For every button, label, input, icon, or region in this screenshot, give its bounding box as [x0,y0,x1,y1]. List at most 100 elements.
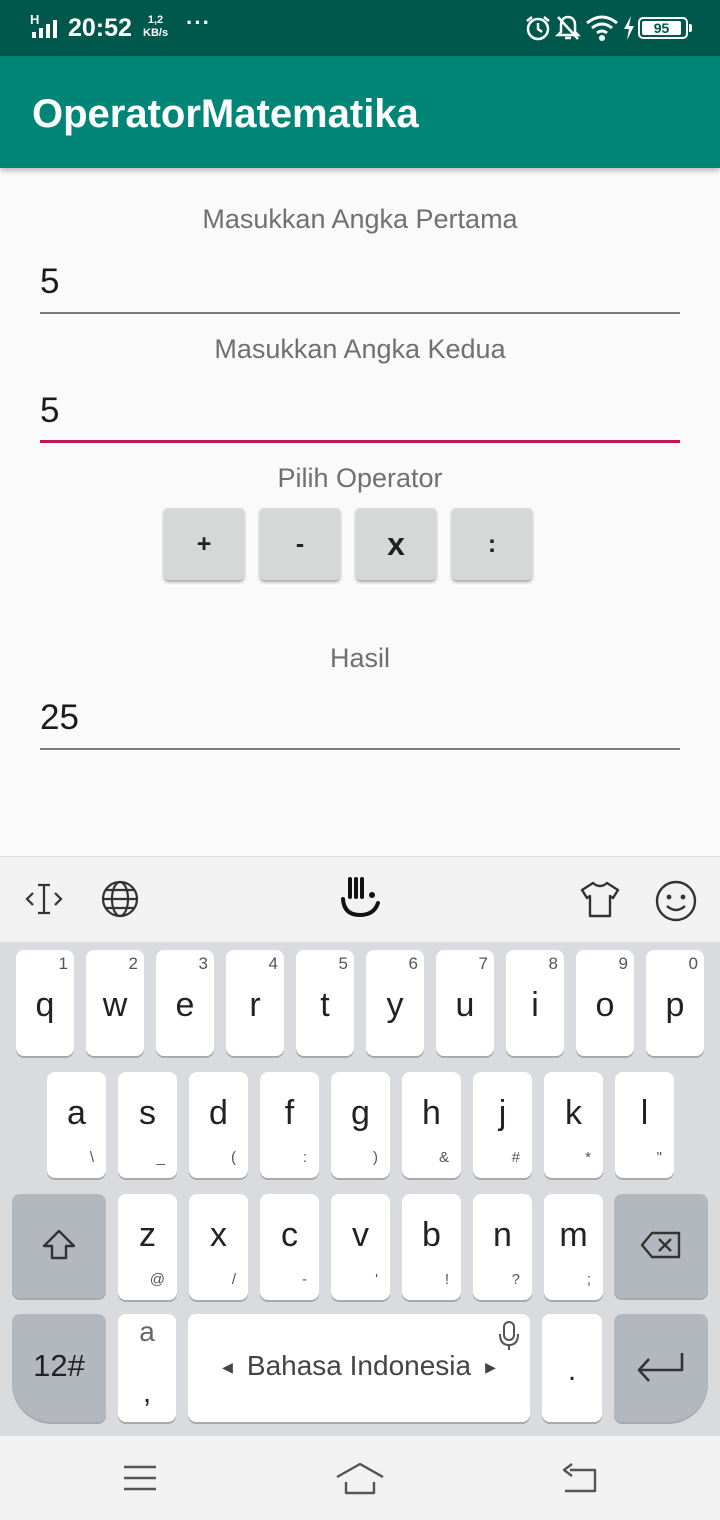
result-field[interactable]: 25 [40,686,680,750]
key-p[interactable]: p0 [646,950,704,1056]
key-a[interactable]: a \ [47,1072,106,1178]
navigation-bar [0,1436,720,1520]
screen: H 20:52 1, 2 KB/s ··· 95 OperatorMatemati… [0,0,720,1520]
key-i[interactable]: i8 [506,950,564,1056]
key-e-number-hint: 3 [198,954,208,973]
period-key-label: . [567,1354,577,1387]
comma-key[interactable]: a , [118,1314,176,1422]
period-key[interactable]: . [542,1314,602,1422]
key-h[interactable]: h & [402,1072,461,1178]
key-v[interactable]: v ' [331,1194,390,1300]
space-language-text: Bahasa Indonesia [246,1350,472,1381]
tshirt-theme-icon[interactable] [578,879,622,924]
key-q[interactable]: q1 [16,950,74,1056]
key-r[interactable]: r4 [226,950,284,1056]
charging-icon [622,14,636,47]
enter-key[interactable] [614,1314,708,1422]
key-e[interactable]: e3 [156,950,214,1056]
key-a-label: a [67,1094,86,1132]
key-j-label: j [498,1094,507,1132]
keyboard-toolbar [0,856,720,942]
add-button[interactable]: + [164,508,244,580]
divide-button[interactable]: : [452,508,532,580]
second-number-label: Masukkan Angka Kedua [214,334,506,364]
result-label: Hasil [329,643,390,673]
key-x-label: x [210,1216,227,1254]
key-u-number-hint: 7 [478,954,488,973]
key-b-label: b [422,1216,441,1254]
network-type: H [30,12,39,27]
second-number-input[interactable]: 5 [40,379,680,443]
key-k[interactable]: k * [544,1072,603,1178]
key-f-symbol-hint: : [302,1149,307,1166]
key-j[interactable]: j # [473,1072,532,1178]
key-q-number-hint: 1 [58,954,68,973]
comma-key-bottom: , [142,1376,152,1409]
key-l[interactable]: l " [615,1072,674,1178]
key-j-symbol-hint: # [511,1149,520,1166]
key-n-symbol-hint: ? [511,1271,520,1288]
more-notifications: ··· [186,10,211,35]
key-w[interactable]: w2 [86,950,144,1056]
clock: 20:52 [68,14,132,42]
key-b[interactable]: b! [402,1194,461,1300]
key-f[interactable]: f: [260,1072,319,1178]
back-icon[interactable] [560,1460,600,1501]
speed-unit: KB/s [143,27,169,39]
soft-keyboard: q1w2e3r4t5y6u7i8o9p0 a \ s _ d(f: g) h & j # k * l " … [0,942,720,1436]
multiply-button[interactable]: x [356,508,436,580]
key-l-label: l [640,1094,649,1132]
key-r-label: r [249,986,261,1024]
key-i-number-hint: 8 [548,954,558,973]
shift-key[interactable] [12,1194,106,1298]
key-o-label: o [595,986,615,1024]
key-y-label: y [386,986,404,1024]
result-value: 25 [40,698,79,737]
key-s[interactable]: s _ [118,1072,177,1178]
key-i-label: i [531,986,539,1024]
space-key[interactable]: ◀ Bahasa Indonesia ▶ [188,1314,530,1422]
key-m[interactable]: m; [544,1194,603,1300]
key-k-symbol-hint: * [585,1149,591,1166]
key-t[interactable]: t5 [296,950,354,1056]
key-w-number-hint: 2 [128,954,138,973]
key-r-number-hint: 4 [268,954,278,973]
key-g-label: g [351,1094,370,1132]
key-h-label: h [422,1094,441,1132]
battery-level: 95 [642,21,681,35]
key-n-label: n [493,1216,512,1254]
home-icon[interactable] [334,1460,386,1501]
backspace-key[interactable] [614,1194,708,1298]
subtract-button[interactable]: - [260,508,340,580]
key-x[interactable]: x / [189,1194,248,1300]
key-c-label: c [281,1216,298,1254]
key-d[interactable]: d( [189,1072,248,1178]
cursor-icon[interactable] [24,879,64,924]
key-l-symbol-hint: " [656,1149,662,1166]
key-e-label: e [175,986,195,1024]
globe-icon[interactable] [100,879,140,924]
key-g[interactable]: g) [331,1072,390,1178]
key-k-label: k [565,1094,582,1132]
key-c-symbol-hint: - [302,1271,307,1288]
symbols-key-label: 12# [33,1348,85,1383]
key-z[interactable]: z @ [118,1194,177,1300]
key-n[interactable]: n? [473,1194,532,1300]
key-o[interactable]: o9 [576,950,634,1056]
language-left-arrow-icon: ◀ [222,1359,233,1376]
key-y[interactable]: y6 [366,950,424,1056]
first-number-input[interactable]: 5 [40,250,680,314]
key-b-symbol-hint: ! [444,1271,449,1288]
symbols-key[interactable]: 12# [12,1314,106,1422]
key-u[interactable]: u7 [436,950,494,1056]
menu-icon[interactable] [122,1460,158,1501]
key-m-label: m [559,1216,588,1254]
language-right-arrow-icon: ▶ [485,1359,496,1376]
key-v-label: v [352,1216,369,1254]
key-c[interactable]: c- [260,1194,319,1300]
touchpal-logo-icon[interactable] [338,875,384,926]
key-s-symbol-hint: _ [156,1149,165,1166]
key-p-number-hint: 0 [688,954,698,973]
emoji-icon[interactable] [654,879,698,928]
app-bar: OperatorMatematika [0,56,720,168]
